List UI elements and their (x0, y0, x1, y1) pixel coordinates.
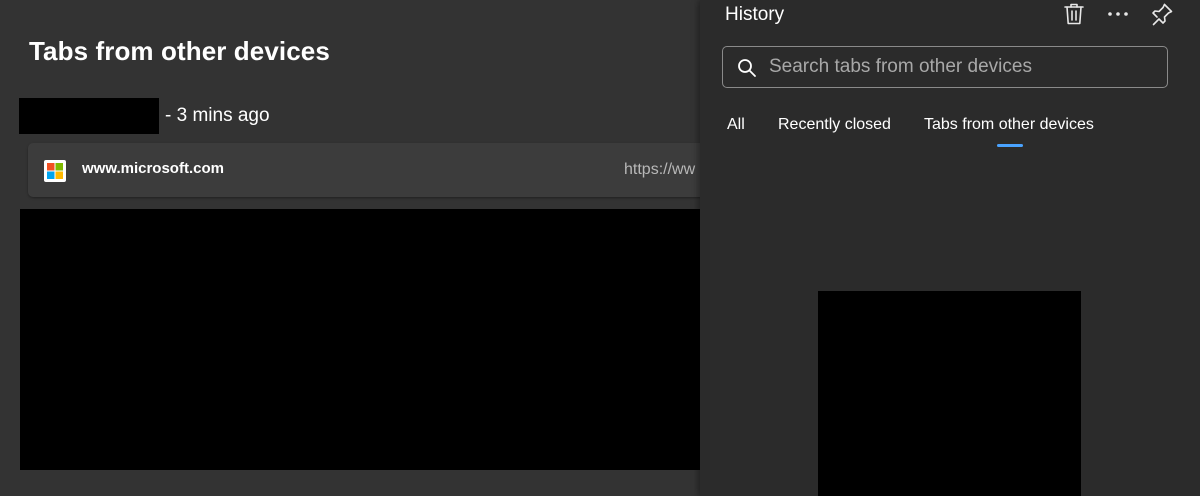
tab-recently-closed[interactable]: Recently closed (778, 116, 891, 134)
tab-all[interactable]: All (727, 116, 745, 134)
delete-history-button[interactable] (1059, 0, 1089, 28)
search-icon (738, 59, 756, 77)
history-flyout-panel: History Search tabs from other devices A… (700, 0, 1200, 496)
device-last-sync-time: - 3 mins ago (165, 105, 270, 126)
redacted-panel-content (818, 291, 1081, 496)
pin-icon (1152, 3, 1173, 26)
tab-item-title: www.microsoft.com (82, 160, 224, 177)
history-main-page: Tabs from other devices - 3 mins ago www… (0, 0, 728, 496)
search-input[interactable] (769, 53, 1159, 81)
browser-window: Tabs from other devices - 3 mins ago www… (0, 0, 1200, 496)
tab-other-devices[interactable]: Tabs from other devices (924, 116, 1094, 134)
page-title: Tabs from other devices (29, 36, 330, 66)
more-options-button[interactable] (1103, 0, 1133, 28)
more-options-icon (1108, 12, 1128, 16)
device-header: - 3 mins ago (19, 98, 270, 134)
active-tab-indicator (997, 144, 1023, 147)
tab-item-url: https://ww (624, 161, 696, 178)
device-tab-item[interactable]: www.microsoft.com https://ww (28, 143, 728, 197)
microsoft-logo-icon (44, 160, 66, 182)
pin-panel-button[interactable] (1147, 0, 1177, 28)
trash-icon (1064, 3, 1084, 25)
search-box[interactable] (722, 46, 1168, 88)
redacted-device-name (19, 98, 159, 134)
panel-title: History (725, 4, 785, 25)
redacted-content-area (20, 209, 710, 470)
